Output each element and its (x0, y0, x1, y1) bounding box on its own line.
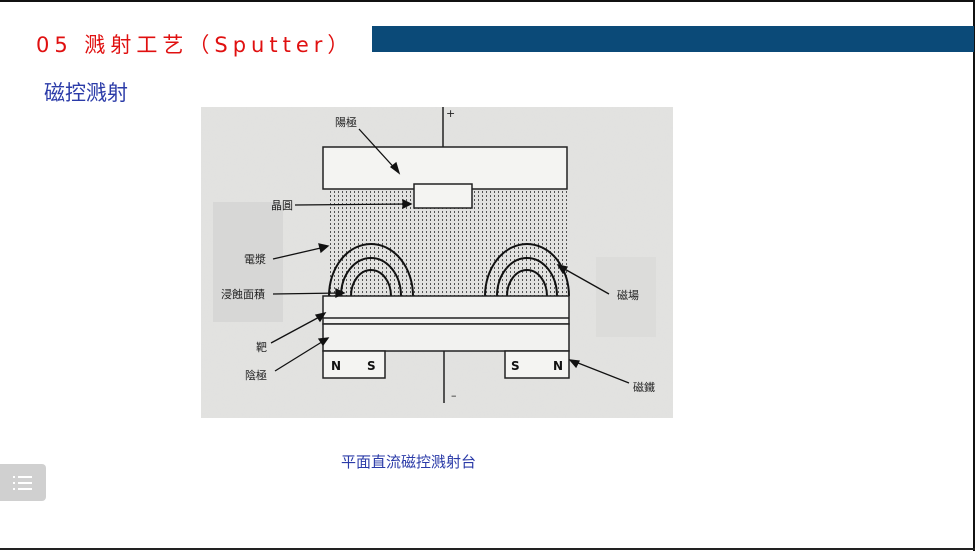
cathode-block (322, 323, 570, 352)
pole-s-left: S (367, 359, 376, 373)
label-anode: 陽極 (335, 115, 357, 129)
wafer (413, 183, 473, 209)
list-menu-icon (13, 475, 32, 490)
sputter-diagram: + N S S N – 陽極 晶圓 電漿 浸蝕面積 磁場 靶 陰極 磁鐵 (201, 107, 673, 418)
label-wafer: 晶圓 (271, 199, 293, 212)
label-target: 靶 (256, 341, 267, 354)
minus-sign: – (451, 389, 457, 402)
title-bar (372, 26, 974, 52)
pole-n-left: N (331, 359, 341, 373)
plus-sign: + (446, 107, 455, 120)
figure-caption: 平面直流磁控溅射台 (341, 453, 477, 471)
label-magnet: 磁鐵 (633, 380, 655, 394)
label-erosion-area: 浸蝕面積 (221, 287, 265, 301)
label-plasma: 電漿 (244, 252, 266, 266)
label-magnetic-field: 磁場 (617, 289, 639, 302)
label-cathode: 陰極 (245, 368, 267, 382)
slide-title: 05 溅射工艺（Sputter） (36, 33, 354, 57)
bottom-border (0, 548, 975, 550)
slide-subtitle: 磁控溅射 (44, 81, 128, 105)
anode-plate (322, 146, 568, 190)
top-border (0, 0, 975, 2)
pole-n-right: N (553, 359, 563, 373)
target-plate (322, 295, 570, 325)
menu-button[interactable] (0, 464, 46, 501)
pole-s-right: S (511, 359, 520, 373)
